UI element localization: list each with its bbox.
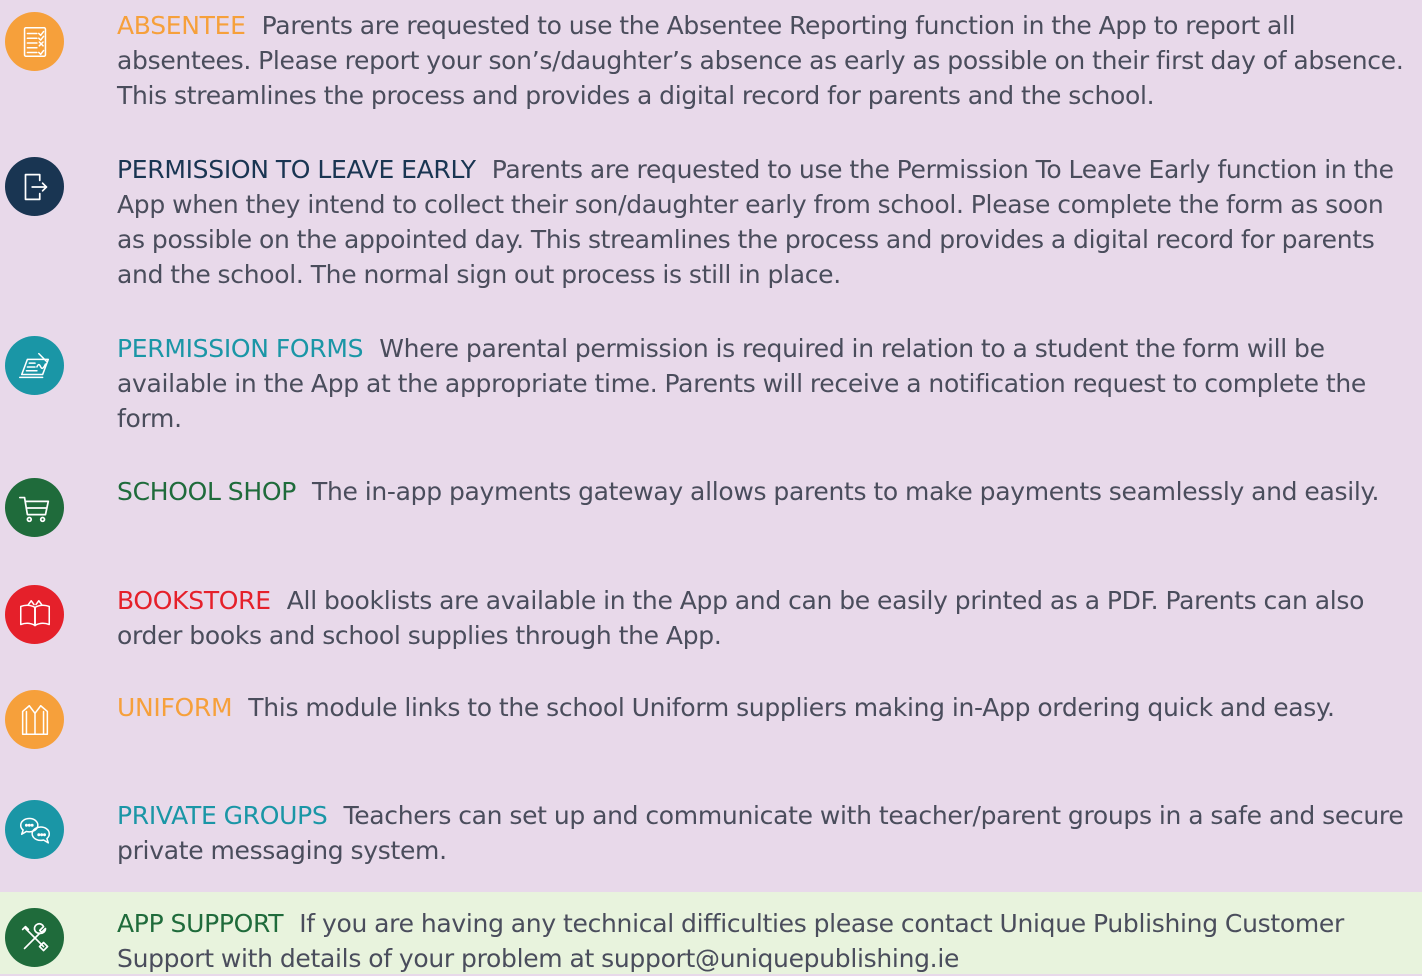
feature-title: PRIVATE GROUPS	[117, 801, 328, 830]
feature-text: ABSENTEE Parents are requested to use the…	[117, 8, 1417, 113]
feature-text: APP SUPPORT If you are having any technic…	[117, 906, 1417, 976]
feature-text: PRIVATE GROUPS Teachers can set up and co…	[117, 798, 1417, 868]
open-book-icon	[5, 585, 64, 644]
feature-body: All booklists are available in the App a…	[117, 586, 1365, 650]
feature-text: PERMISSION TO LEAVE EARLY Parents are req…	[117, 152, 1417, 292]
checklist-icon	[5, 12, 64, 71]
feature-text: PERMISSION FORMS Where parental permissio…	[117, 331, 1417, 436]
shopping-cart-icon	[5, 478, 64, 537]
chat-bubbles-icon	[5, 800, 64, 859]
feature-text: UNIFORM This module links to the school U…	[117, 690, 1417, 725]
feature-text: BOOKSTORE All booklists are available in …	[117, 583, 1417, 653]
shirt-icon	[5, 690, 64, 749]
page: { "items": [ { "title": "ABSENTEE", "bod…	[0, 0, 1422, 974]
feature-title: UNIFORM	[117, 693, 233, 722]
exit-door-icon	[5, 157, 64, 216]
feature-body: If you are having any technical difficul…	[117, 909, 1344, 973]
tools-icon	[5, 908, 64, 967]
feature-body: Parents are requested to use the Absente…	[117, 11, 1404, 110]
feature-title: SCHOOL SHOP	[117, 477, 296, 506]
feature-title: ABSENTEE	[117, 11, 246, 40]
feature-body: The in-app payments gateway allows paren…	[311, 477, 1380, 506]
feature-body: This module links to the school Uniform …	[248, 693, 1335, 722]
feature-text: SCHOOL SHOP The in-app payments gateway a…	[117, 474, 1417, 509]
feature-title: PERMISSION TO LEAVE EARLY	[117, 155, 476, 184]
signature-form-icon	[5, 336, 64, 395]
feature-title: BOOKSTORE	[117, 586, 271, 615]
feature-title: APP SUPPORT	[117, 909, 284, 938]
feature-title: PERMISSION FORMS	[117, 334, 364, 363]
